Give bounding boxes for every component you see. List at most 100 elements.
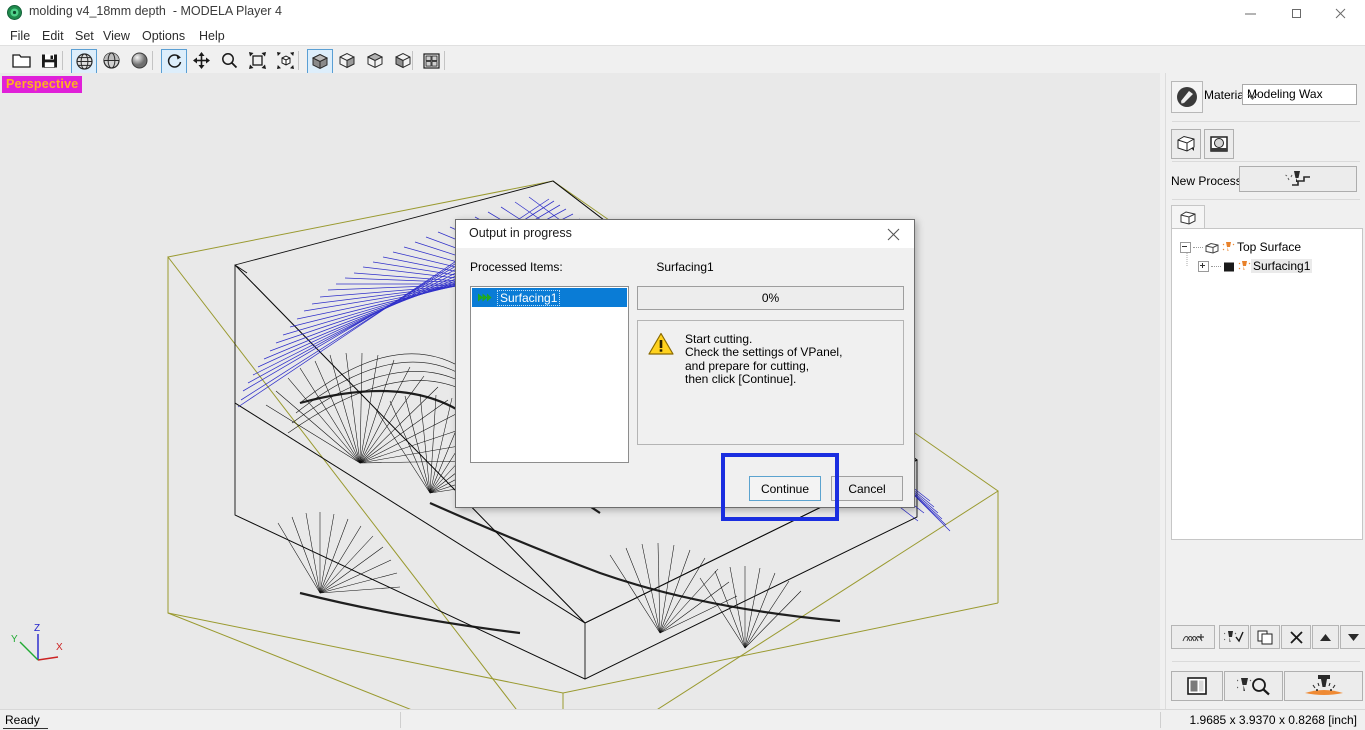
menu-view[interactable]: View <box>99 28 134 44</box>
cancel-button[interactable]: Cancel <box>831 476 903 501</box>
view-iso-button[interactable] <box>391 49 415 72</box>
open-file-button[interactable] <box>9 49 33 72</box>
warning-triangle-icon <box>648 332 674 359</box>
menu-options[interactable]: Options <box>138 28 189 44</box>
fit-view-button[interactable] <box>245 49 269 72</box>
chevron-down-icon <box>1247 90 1352 104</box>
continue-button[interactable]: Continue <box>749 476 821 501</box>
pan-tool-button[interactable] <box>189 49 213 72</box>
status-separator <box>1160 712 1161 728</box>
zoom-tool-button[interactable] <box>217 49 241 72</box>
tree-node-top-surface[interactable]: Top Surface <box>1180 239 1303 255</box>
dialog-title-bar: Output in progress <box>456 220 914 248</box>
cutting-tool-icon <box>1238 259 1251 273</box>
save-file-button[interactable] <box>37 49 61 72</box>
tree-label-top-surface: Top Surface <box>1237 240 1302 254</box>
process-panel: Material Modeling Wax New Process Top Su… <box>1165 73 1365 709</box>
delete-button[interactable] <box>1281 625 1311 649</box>
close-button[interactable] <box>1320 0 1365 26</box>
minimize-button[interactable] <box>1230 0 1275 26</box>
menu-edit[interactable]: Edit <box>38 28 68 44</box>
sphere-in-box-icon <box>1210 136 1228 152</box>
shaded-view-button[interactable] <box>99 49 123 72</box>
view-front-button[interactable] <box>335 49 359 72</box>
progress-bar: 0% <box>637 286 904 310</box>
menu-bar: File Edit Set View Options Help <box>0 26 1365 45</box>
view-right-button[interactable] <box>363 49 387 72</box>
menu-file[interactable]: File <box>6 28 34 44</box>
maximize-button[interactable] <box>1275 0 1320 26</box>
wireframe-globe-icon <box>75 53 93 70</box>
message-box: Start cutting. Check the settings of VPa… <box>637 320 904 445</box>
collapse-toggle-icon[interactable] <box>1180 241 1191 253</box>
edit-toolpath-button[interactable] <box>1171 625 1215 649</box>
tree-node-surfacing1[interactable]: Surfacing1 <box>1198 258 1313 274</box>
move-down-button[interactable] <box>1340 625 1365 649</box>
material-brush-icon <box>1177 87 1197 107</box>
modela-player-window: molding v4_18mm depth - MODELA Player 4 … <box>0 0 1365 730</box>
solid-sphere-icon <box>131 52 147 69</box>
model-view-button[interactable] <box>1171 129 1201 159</box>
list-item[interactable]: Surfacing1 <box>472 288 627 307</box>
workpiece-dimensions: 1.9685 x 3.9370 x 0.8268 [inch] <box>1189 713 1357 727</box>
check-tool-button[interactable] <box>1219 625 1249 649</box>
list-item-label: Surfacing1 <box>497 289 561 306</box>
new-process-label: New Process <box>1171 174 1242 188</box>
axis-gizmo: Z X Y <box>8 620 66 669</box>
four-pane-grid-icon <box>422 52 440 69</box>
cut-output-tool-icon <box>1304 675 1343 695</box>
wire-cube-icon <box>1177 135 1195 152</box>
menu-set[interactable]: Set <box>71 28 98 44</box>
material-button[interactable] <box>1171 81 1203 113</box>
zoom-object-button[interactable] <box>273 49 297 72</box>
cube-solid-icon <box>311 53 329 70</box>
tree-connector-line <box>1186 253 1188 267</box>
status-message: Ready <box>5 713 40 727</box>
rotate-tool-button[interactable] <box>161 49 187 74</box>
preview-box-icon <box>1187 677 1207 695</box>
svg-text:X: X <box>56 642 63 653</box>
wireframe-view-button[interactable] <box>71 49 97 74</box>
cut-output-button[interactable] <box>1284 671 1363 701</box>
cutting-tool-path-icon <box>1285 171 1310 186</box>
dialog-title: Output in progress <box>469 226 572 240</box>
zoom-object-icon <box>276 52 294 69</box>
half-shaded-sphere-icon <box>102 52 120 69</box>
view-four-button[interactable] <box>419 49 443 72</box>
expand-toggle-icon[interactable] <box>1198 260 1209 272</box>
menu-help[interactable]: Help <box>195 28 229 44</box>
tree-label-surfacing1: Surfacing1 <box>1251 259 1313 273</box>
material-select[interactable]: Modeling Wax <box>1242 84 1357 105</box>
tab-process[interactable] <box>1171 205 1205 229</box>
toolbar-separator <box>152 51 153 70</box>
preview-cut-button[interactable] <box>1171 671 1223 701</box>
solid-view-button[interactable] <box>127 49 151 72</box>
tool-magnifier-icon <box>1236 678 1270 696</box>
cutting-tool-icon <box>1222 240 1235 254</box>
pan-arrows-icon <box>192 52 210 69</box>
current-item-label: Surfacing1 <box>656 260 714 274</box>
restore-icon <box>1292 9 1301 18</box>
svg-text:Z: Z <box>34 623 40 634</box>
duplicate-button[interactable] <box>1250 625 1280 649</box>
tool-inspect-button[interactable] <box>1224 671 1283 701</box>
preview-view-button[interactable] <box>1204 129 1234 159</box>
new-process-button[interactable] <box>1239 166 1357 192</box>
dialog-close-button[interactable] <box>874 220 914 248</box>
toolbar-separator <box>444 51 445 70</box>
fit-frame-icon <box>248 52 266 69</box>
process-tree[interactable]: Top Surface Surfacing1 <box>1171 228 1363 540</box>
cube-front-icon <box>339 52 355 69</box>
triangle-up-icon <box>1320 633 1331 641</box>
window-title: molding v4_18mm depth - MODELA Player 4 <box>29 4 282 18</box>
processed-items-list[interactable]: Surfacing1 <box>470 286 629 463</box>
cube-right-icon <box>366 52 384 69</box>
save-disk-icon <box>41 54 57 68</box>
output-in-progress-dialog: Output in progress Processed Items: Surf… <box>455 219 915 508</box>
close-icon <box>887 228 900 241</box>
process-tabstrip <box>1171 205 1361 229</box>
move-up-button[interactable] <box>1312 625 1339 649</box>
status-bar: Ready 1.9685 x 3.9370 x 0.8268 [inch] <box>0 709 1365 730</box>
surface-cube-icon <box>1205 240 1219 254</box>
view-top-button[interactable] <box>307 49 333 74</box>
